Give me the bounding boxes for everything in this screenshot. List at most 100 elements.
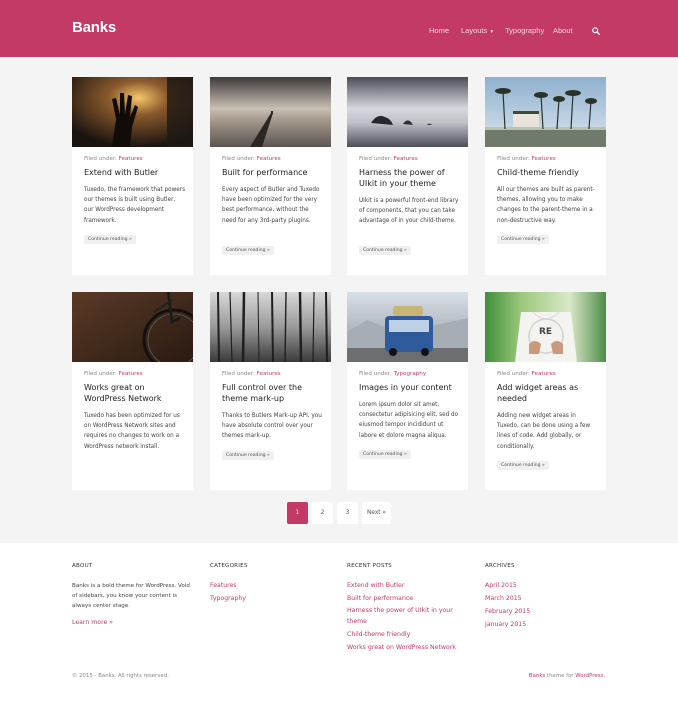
post-excerpt: Thanks to Butlers Mark-up API, you have …	[222, 413, 322, 440]
post-meta: Filed under: Features	[84, 371, 143, 377]
post-thumbnail-van[interactable]	[347, 292, 468, 362]
post-category-link[interactable]: Features	[257, 371, 281, 377]
copyright-text: © 2015 - Banks. All rights reserved.	[72, 673, 169, 679]
post-title[interactable]: Add widget areas as needed	[497, 382, 597, 404]
post-category-link[interactable]: Features	[257, 156, 281, 162]
post-excerpt: Every aspect of Butler and Tuxedo have b…	[222, 187, 320, 224]
nav-item-layouts-label: Layouts	[461, 26, 488, 35]
footer-archive-link[interactable]: January 2015	[485, 621, 526, 628]
post-thumbnail-bicycle[interactable]	[72, 292, 193, 362]
post-card: Filed under: Features Full control over …	[210, 292, 331, 490]
continue-reading-button[interactable]: Continue reading »	[359, 246, 411, 255]
wordpress-link[interactable]: WordPress.	[575, 673, 605, 679]
post-excerpt: Tuxedo has been optimized for us on Word…	[84, 413, 180, 450]
pagination-page-1[interactable]: 1	[287, 502, 308, 524]
footer-recent-post-link[interactable]: Built for performance	[347, 595, 413, 602]
post-title[interactable]: Extend with Butler	[84, 167, 184, 178]
pagination-next[interactable]: Next »	[362, 502, 391, 524]
footer-about-heading: ABOUT	[72, 563, 93, 569]
filed-label: Filed under:	[84, 371, 117, 377]
footer-recent-heading: RECENT POSTS	[347, 563, 392, 569]
nav-item-about[interactable]: About	[553, 26, 573, 35]
footer-recent-post-link[interactable]: Child-theme friendly	[347, 631, 410, 638]
nav-item-home[interactable]: Home	[429, 26, 449, 35]
filed-label: Filed under:	[222, 156, 255, 162]
post-category-link[interactable]: Typography	[394, 371, 427, 377]
post-title[interactable]: Harness the power of UIkit in your theme	[359, 167, 459, 189]
learn-more-link[interactable]: Learn more »	[72, 619, 113, 626]
filed-label: Filed under:	[222, 371, 255, 377]
post-card: Filed under: Features Child-theme friend…	[485, 77, 606, 275]
post-excerpt: UIkit is a powerful front-end library of…	[359, 198, 459, 225]
filed-label: Filed under:	[359, 156, 392, 162]
pagination-page-3[interactable]: 3	[337, 502, 358, 524]
continue-reading-button[interactable]: Continue reading »	[497, 461, 549, 470]
post-title[interactable]: Works great on WordPress Network	[84, 382, 184, 404]
continue-reading-button[interactable]: Continue reading »	[222, 451, 274, 460]
site-footer: ABOUT Banks is a bold theme for WordPres…	[0, 543, 678, 702]
post-card: Filed under: Typography Images in your c…	[347, 292, 468, 490]
post-category-link[interactable]: Features	[119, 371, 143, 377]
footer-recent-post-link[interactable]: Works great on WordPress Network	[347, 644, 456, 651]
site-logo[interactable]: Banks	[72, 19, 116, 36]
post-thumbnail-tshirt[interactable]: RE	[485, 292, 606, 362]
continue-reading-button[interactable]: Continue reading »	[497, 235, 549, 244]
post-card: Filed under: Features Harness the power …	[347, 77, 468, 275]
post-thumbnail-rocks[interactable]	[347, 77, 468, 147]
footer-recent-post-link[interactable]: Harness the power of UIkit in your theme	[347, 605, 467, 627]
post-meta: Filed under: Features	[497, 156, 556, 162]
footer-recent-post-link[interactable]: Extend with Butler	[347, 582, 404, 589]
footer-archive-link[interactable]: February 2015	[485, 608, 530, 615]
post-meta: Filed under: Features	[497, 371, 556, 377]
footer-category-link[interactable]: Typography	[210, 595, 246, 602]
post-card: Filed under: Features Extend with Butler…	[72, 77, 193, 275]
post-title[interactable]: Images in your content	[359, 382, 459, 393]
search-icon[interactable]	[592, 27, 600, 35]
post-category-link[interactable]: Features	[532, 371, 556, 377]
post-thumbnail-hand[interactable]	[72, 77, 193, 147]
post-category-link[interactable]: Features	[394, 156, 418, 162]
post-category-link[interactable]: Features	[119, 156, 143, 162]
site-header: Banks Home Layouts ▼ Typography About	[0, 0, 678, 57]
continue-reading-button[interactable]: Continue reading »	[359, 450, 411, 459]
post-meta: Filed under: Features	[222, 156, 281, 162]
filed-label: Filed under:	[497, 371, 530, 377]
post-meta: Filed under: Features	[222, 371, 281, 377]
post-title[interactable]: Built for performance	[222, 167, 322, 178]
filed-label: Filed under:	[359, 371, 392, 377]
filed-label: Filed under:	[497, 156, 530, 162]
footer-categories-heading: CATEGORIES	[210, 563, 248, 569]
post-card: Filed under: Features Works great on Wor…	[72, 292, 193, 490]
footer-archives-heading: ARCHIVES	[485, 563, 515, 569]
continue-reading-button[interactable]: Continue reading »	[222, 246, 274, 255]
theme-credit-text: theme for	[545, 673, 576, 679]
continue-reading-button[interactable]: Continue reading »	[84, 235, 136, 244]
post-thumbnail-palms[interactable]	[485, 77, 606, 147]
footer-about-text: Banks is a bold theme for WordPress. Voi…	[72, 583, 190, 609]
filed-label: Filed under:	[84, 156, 117, 162]
post-category-link[interactable]: Features	[532, 156, 556, 162]
footer-archive-link[interactable]: March 2015	[485, 595, 522, 602]
post-meta: Filed under: Features	[359, 156, 418, 162]
nav-item-typography[interactable]: Typography	[505, 26, 544, 35]
post-title[interactable]: Child-theme friendly	[497, 167, 597, 178]
nav-item-layouts[interactable]: Layouts ▼	[461, 26, 494, 35]
post-excerpt: Tuxedo, the framework that powers our th…	[84, 187, 186, 224]
post-card: RE Filed under: Features Add widget area…	[485, 292, 606, 490]
post-thumbnail-pier[interactable]	[210, 77, 331, 147]
post-meta: Filed under: Typography	[359, 371, 426, 377]
footer-archive-link[interactable]: April 2015	[485, 582, 517, 589]
post-card: Filed under: Features Built for performa…	[210, 77, 331, 275]
theme-credit: Banks theme for WordPress.	[529, 673, 605, 679]
post-thumbnail-forest[interactable]	[210, 292, 331, 362]
post-meta: Filed under: Features	[84, 156, 143, 162]
post-excerpt: Lorem ipsum dolor sit amet, consectetur …	[359, 402, 459, 439]
svg-text:RE: RE	[539, 327, 552, 337]
chevron-down-icon: ▼	[489, 29, 495, 35]
footer-category-link[interactable]: Features	[210, 582, 237, 589]
pagination-page-2[interactable]: 2	[312, 502, 333, 524]
post-excerpt: Adding new widget areas in Tuxedo, can b…	[497, 413, 591, 450]
post-excerpt: All our themes are built as parent-theme…	[497, 187, 595, 224]
theme-credit-link[interactable]: Banks	[529, 673, 545, 679]
post-title[interactable]: Full control over the theme mark-up	[222, 382, 322, 404]
